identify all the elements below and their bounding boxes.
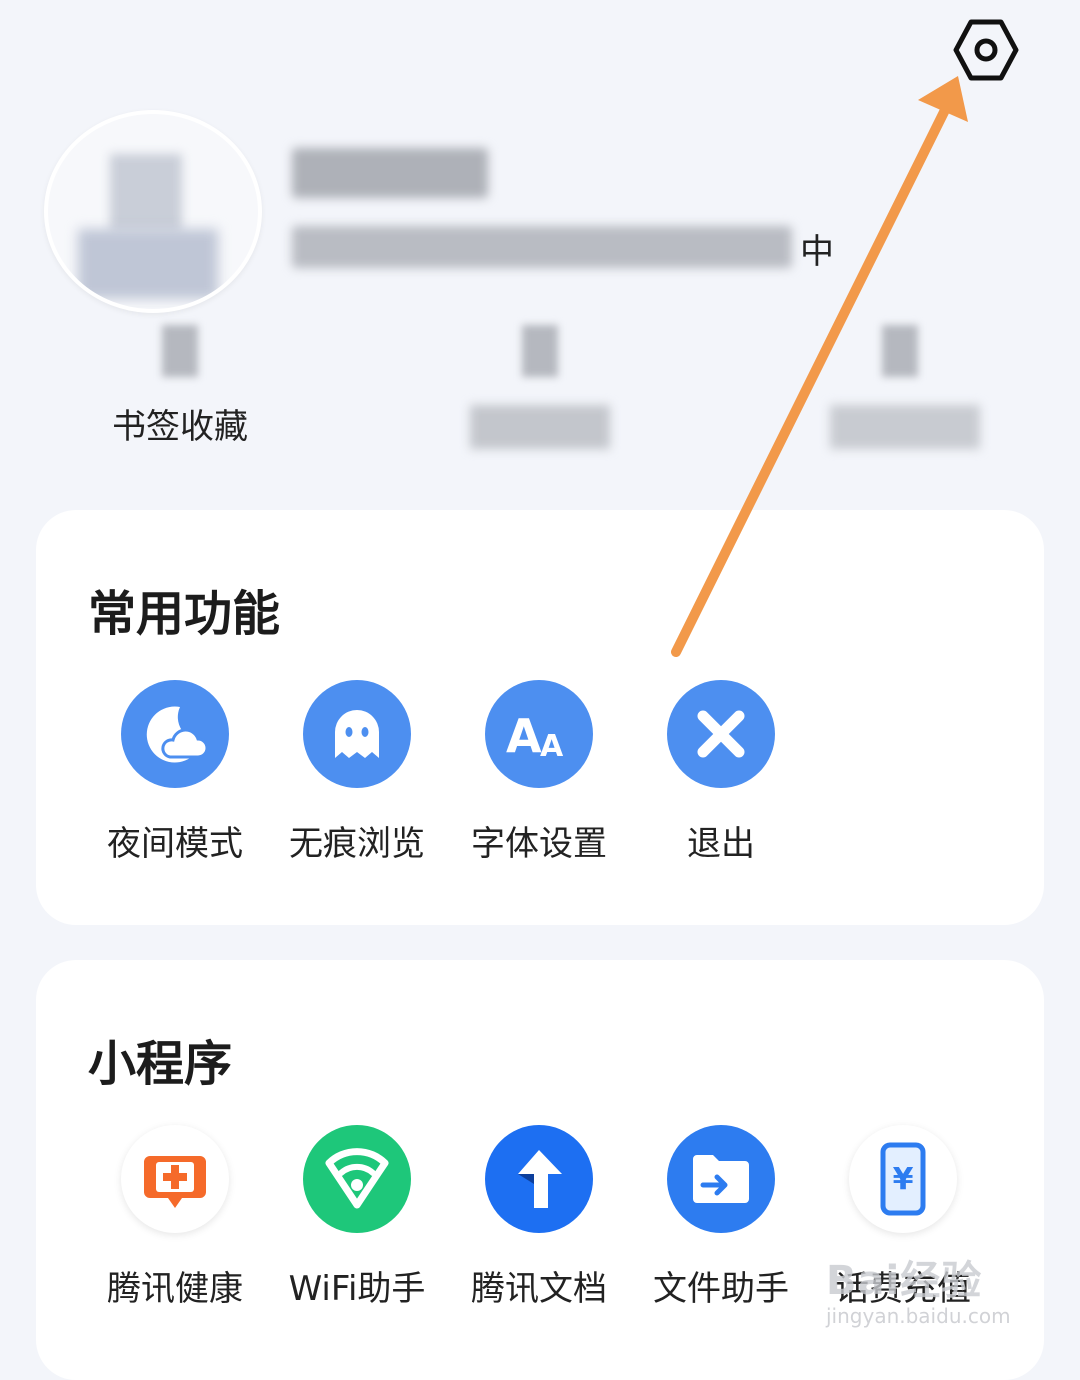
stat-value bbox=[162, 325, 198, 377]
stat-value bbox=[882, 325, 918, 377]
watermark-sub: jingyan.baidu.com bbox=[826, 1304, 1011, 1328]
watermark: Bai经验 jingyan.baidu.com bbox=[826, 1248, 1011, 1328]
wifi-assistant-button[interactable]: WiFi助手 bbox=[266, 1125, 448, 1310]
item-label: WiFi助手 bbox=[288, 1269, 426, 1309]
tencent-health-icon bbox=[144, 1156, 206, 1208]
tencent-health-button[interactable]: 腾讯健康 bbox=[84, 1125, 266, 1310]
stat-label bbox=[830, 405, 980, 449]
section-title: 常用功能 bbox=[88, 586, 281, 642]
exit-x-icon bbox=[697, 710, 745, 758]
settings-button[interactable] bbox=[950, 16, 1022, 88]
item-label: 退出 bbox=[687, 824, 755, 864]
svg-text:A: A bbox=[506, 709, 542, 763]
item-label: 腾讯文档 bbox=[471, 1269, 607, 1309]
svg-text:A: A bbox=[540, 729, 564, 764]
wifi-assistant-icon bbox=[325, 1148, 389, 1209]
stat-history[interactable] bbox=[430, 325, 650, 449]
item-label: 夜间模式 bbox=[107, 824, 243, 864]
item-label: 无痕浏览 bbox=[289, 824, 425, 864]
section-title: 小程序 bbox=[88, 1036, 233, 1092]
phone-recharge-icon: ¥ bbox=[880, 1142, 926, 1216]
incognito-button[interactable]: 无痕浏览 bbox=[266, 680, 448, 865]
avatar[interactable] bbox=[44, 110, 262, 313]
tencent-docs-icon bbox=[518, 1150, 562, 1208]
settings-hexagon-icon bbox=[953, 19, 1019, 81]
username-redacted[interactable] bbox=[292, 148, 488, 198]
subtitle-redacted bbox=[292, 226, 792, 268]
common-functions-card: 常用功能 夜间模式 无痕浏览 A A 字体设置 退出 bbox=[36, 510, 1044, 925]
item-label: 文件助手 bbox=[653, 1269, 789, 1309]
stat-value bbox=[522, 325, 558, 377]
file-assistant-icon bbox=[693, 1155, 749, 1203]
stat-third[interactable] bbox=[790, 325, 1010, 449]
item-label: 腾讯健康 bbox=[107, 1269, 243, 1309]
font-settings-icon: A A bbox=[506, 709, 564, 764]
night-mode-icon bbox=[146, 706, 209, 763]
font-settings-button[interactable]: A A 字体设置 bbox=[448, 680, 630, 865]
svg-text:¥: ¥ bbox=[893, 1162, 914, 1197]
exit-button[interactable]: 退出 bbox=[630, 680, 812, 865]
watermark-main: Bai经验 bbox=[826, 1258, 983, 1304]
night-mode-button[interactable]: 夜间模式 bbox=[84, 680, 266, 865]
tencent-docs-button[interactable]: 腾讯文档 bbox=[448, 1125, 630, 1310]
item-label: 字体设置 bbox=[471, 824, 607, 864]
stat-label: 书签收藏 bbox=[112, 407, 248, 447]
subtitle-tail: 中 bbox=[800, 232, 834, 272]
stat-bookmarks[interactable]: 书签收藏 bbox=[70, 325, 290, 449]
file-assistant-button[interactable]: 文件助手 bbox=[630, 1125, 812, 1310]
incognito-ghost-icon bbox=[335, 710, 379, 758]
stat-label bbox=[470, 405, 610, 449]
